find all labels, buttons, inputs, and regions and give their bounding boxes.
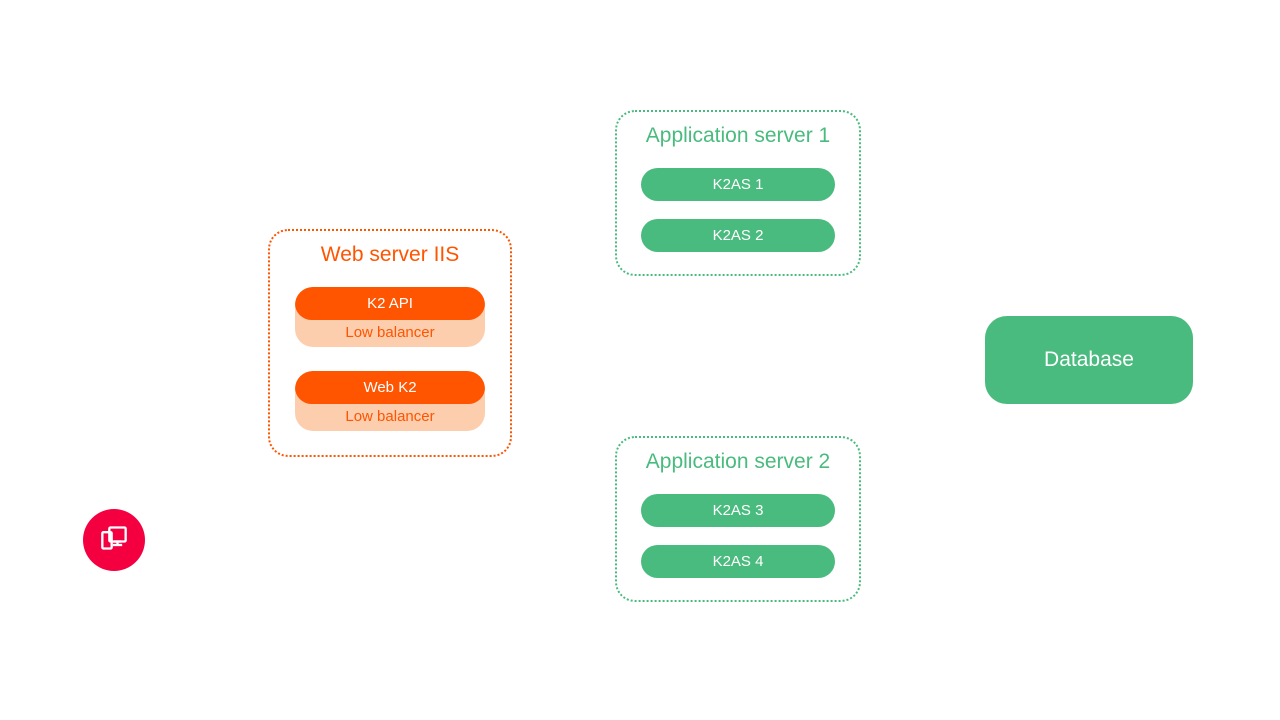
web-service-name: Web K2 xyxy=(295,371,485,404)
client-node xyxy=(83,509,145,571)
app-server-2-group: Application server 2 K2AS 3 K2AS 4 xyxy=(615,436,861,602)
app-instance-k2as-1: K2AS 1 xyxy=(641,168,835,201)
web-service-note: Low balancer xyxy=(295,320,485,347)
app-instance-k2as-2: K2AS 2 xyxy=(641,219,835,252)
app-instance-k2as-3: K2AS 3 xyxy=(641,494,835,527)
app-server-1-group: Application server 1 K2AS 1 K2AS 2 xyxy=(615,110,861,276)
database-node: Database xyxy=(985,316,1193,404)
web-server-title: Web server IIS xyxy=(321,243,460,267)
web-service-note: Low balancer xyxy=(295,404,485,431)
web-server-group: Web server IIS K2 API Low balancer Web K… xyxy=(268,229,512,457)
database-label: Database xyxy=(1044,348,1134,372)
devices-icon xyxy=(100,524,128,557)
app-server-2-title: Application server 2 xyxy=(646,450,830,474)
app-server-1-title: Application server 1 xyxy=(646,124,830,148)
web-service-web-k2: Web K2 Low balancer xyxy=(295,371,485,431)
web-service-k2-api: K2 API Low balancer xyxy=(295,287,485,347)
web-service-name: K2 API xyxy=(295,287,485,320)
app-instance-k2as-4: K2AS 4 xyxy=(641,545,835,578)
